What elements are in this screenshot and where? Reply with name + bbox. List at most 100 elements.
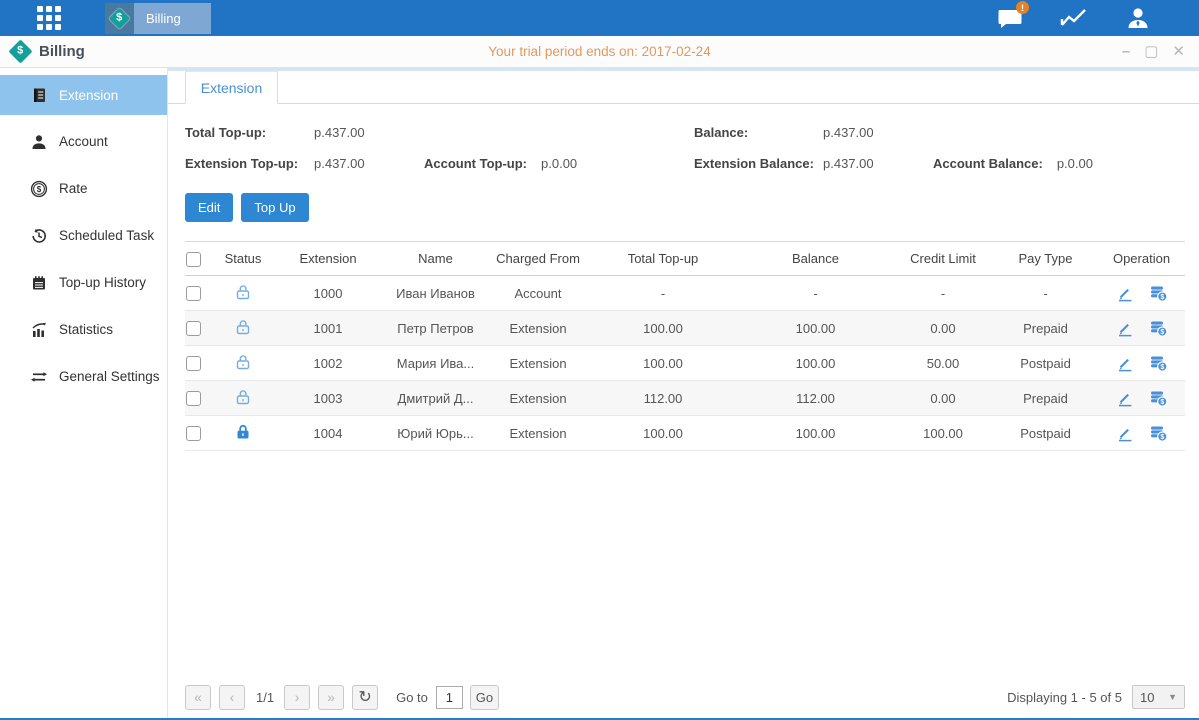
sidebar-item-rate[interactable]: $ Rate — [0, 165, 167, 212]
unlocked-icon — [234, 388, 252, 406]
cell-extension: 1002 — [273, 356, 383, 371]
cell-pay-type: - — [993, 286, 1098, 301]
unlocked-icon — [234, 283, 252, 301]
chart-icon[interactable] — [1058, 5, 1090, 31]
person-icon — [30, 133, 48, 151]
cell-extension: 1001 — [273, 321, 383, 336]
tab-extension[interactable]: Extension — [185, 71, 278, 104]
sidebar-item-account[interactable]: Account — [0, 118, 167, 165]
displaying-text: Displaying 1 - 5 of 5 — [1007, 690, 1122, 705]
sidebar-item-statistics[interactable]: Statistics — [0, 306, 167, 353]
table-row: 1004 Юрий Юрь... Extension 100.00 100.00… — [185, 416, 1185, 451]
cell-credit-limit: 0.00 — [893, 321, 993, 336]
message-icon[interactable]: ! — [994, 5, 1026, 31]
go-button[interactable]: Go — [470, 685, 499, 710]
cell-pay-type: Postpaid — [993, 426, 1098, 441]
edit-icon[interactable] — [1116, 354, 1134, 372]
sidebar-item-top-up-history[interactable]: Top-up History — [0, 259, 167, 306]
header-operation: Operation — [1098, 251, 1185, 266]
cell-charged-from: Extension — [488, 356, 588, 371]
svg-text:$: $ — [1160, 329, 1164, 336]
table-header: Status Extension Name Charged From Total… — [185, 241, 1185, 276]
user-icon[interactable] — [1122, 5, 1154, 31]
apps-grid-icon[interactable] — [37, 6, 61, 30]
svg-text:$: $ — [1160, 364, 1164, 371]
header-pay-type: Pay Type — [993, 251, 1098, 266]
cell-name: Дмитрий Д... — [383, 391, 488, 406]
cell-charged-from: Extension — [488, 426, 588, 441]
page-size-select[interactable]: 10 ▼ — [1132, 685, 1185, 709]
edit-icon[interactable] — [1116, 389, 1134, 407]
cell-balance: 100.00 — [738, 321, 893, 336]
sidebar-item-extension[interactable]: Extension — [0, 75, 167, 115]
extension-balance-label: Extension Balance: — [694, 156, 823, 171]
cell-total-topup: 100.00 — [588, 321, 738, 336]
bar-chart-icon — [30, 321, 48, 339]
last-page-button[interactable]: » — [318, 685, 344, 710]
locked-icon — [234, 423, 252, 441]
sidebar-item-label: Rate — [59, 181, 88, 196]
minimize-icon[interactable]: – — [1122, 44, 1130, 59]
top-up-button[interactable]: Top Up — [241, 193, 308, 222]
page-indicator: 1/1 — [256, 690, 274, 705]
sidebar-item-label: Account — [59, 134, 108, 149]
edit-icon[interactable] — [1116, 424, 1134, 442]
account-balance-value: p.0.00 — [1057, 156, 1167, 171]
refresh-icon[interactable]: ↻ — [352, 685, 378, 710]
top-up-coins-icon[interactable]: $ — [1149, 389, 1168, 407]
close-icon[interactable]: ✕ — [1172, 44, 1185, 59]
sidebar-item-general-settings[interactable]: General Settings — [0, 353, 167, 400]
extension-table: Status Extension Name Charged From Total… — [185, 241, 1185, 451]
top-up-coins-icon[interactable]: $ — [1149, 319, 1168, 337]
first-page-button[interactable]: « — [185, 685, 211, 710]
prev-page-button[interactable]: ‹ — [219, 685, 245, 710]
edit-icon[interactable] — [1116, 319, 1134, 337]
sliders-icon — [30, 368, 48, 386]
notification-badge: ! — [1016, 1, 1029, 14]
page-size-value: 10 — [1140, 690, 1154, 705]
select-all-checkbox[interactable] — [186, 252, 201, 267]
cell-extension: 1003 — [273, 391, 383, 406]
cell-pay-type: Prepaid — [993, 321, 1098, 336]
topbar-tab-label: Billing — [134, 11, 211, 26]
cell-charged-from: Extension — [488, 321, 588, 336]
cell-name: Мария Ива... — [383, 356, 488, 371]
cell-total-topup: - — [588, 286, 738, 301]
row-checkbox[interactable] — [186, 426, 201, 441]
tab-strip: Extension — [168, 71, 1199, 104]
edit-icon[interactable] — [1116, 284, 1134, 302]
ledger-icon — [30, 86, 48, 104]
svg-text:$: $ — [37, 185, 42, 194]
row-checkbox[interactable] — [186, 356, 201, 371]
cell-pay-type: Postpaid — [993, 356, 1098, 371]
row-checkbox[interactable] — [186, 286, 201, 301]
notebook-icon — [30, 274, 48, 292]
table-row: 1001 Петр Петров Extension 100.00 100.00… — [185, 311, 1185, 346]
cell-extension: 1000 — [273, 286, 383, 301]
top-up-coins-icon[interactable]: $ — [1149, 354, 1168, 372]
goto-page-input[interactable] — [436, 686, 463, 709]
header-credit-limit: Credit Limit — [893, 251, 993, 266]
sidebar-item-label: Top-up History — [59, 275, 146, 290]
maximize-icon[interactable]: ▢ — [1144, 44, 1158, 59]
cell-name: Петр Петров — [383, 321, 488, 336]
unlocked-icon — [234, 353, 252, 371]
account-topup-value: p.0.00 — [541, 156, 651, 171]
edit-button[interactable]: Edit — [185, 193, 233, 222]
total-topup-value: p.437.00 — [314, 125, 424, 140]
billing-diamond-icon: $ — [105, 3, 134, 34]
top-up-coins-icon[interactable]: $ — [1149, 284, 1168, 302]
topbar-tab-billing[interactable]: $ Billing — [105, 3, 211, 34]
row-checkbox[interactable] — [186, 391, 201, 406]
cell-total-topup: 100.00 — [588, 426, 738, 441]
header-balance: Balance — [738, 251, 893, 266]
table-row: 1003 Дмитрий Д... Extension 112.00 112.0… — [185, 381, 1185, 416]
top-up-coins-icon[interactable]: $ — [1149, 424, 1168, 442]
header-extension: Extension — [273, 251, 383, 266]
dollar-circle-icon: $ — [30, 180, 48, 198]
sidebar-item-label: General Settings — [59, 369, 160, 384]
sidebar-item-scheduled-task[interactable]: Scheduled Task — [0, 212, 167, 259]
table-row: 1002 Мария Ива... Extension 100.00 100.0… — [185, 346, 1185, 381]
row-checkbox[interactable] — [186, 321, 201, 336]
next-page-button[interactable]: › — [284, 685, 310, 710]
